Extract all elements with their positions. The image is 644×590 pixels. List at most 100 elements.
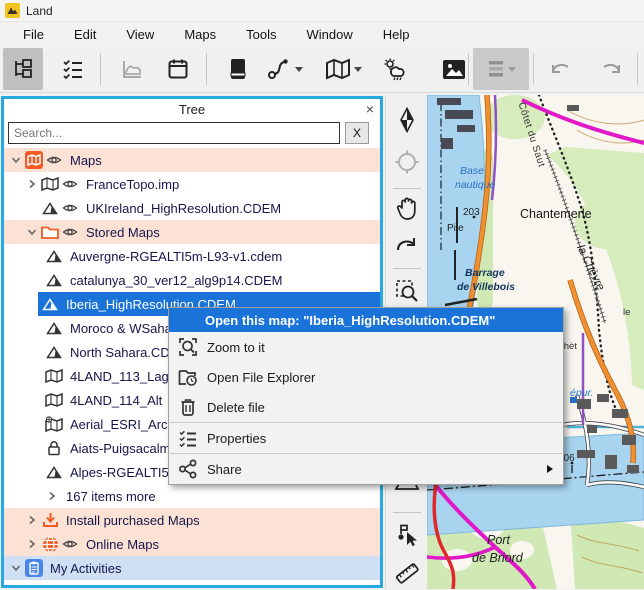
properties-icon — [177, 428, 199, 448]
eye-icon[interactable] — [60, 200, 80, 216]
gps-target-button[interactable] — [390, 145, 424, 179]
toolbar-separator — [393, 188, 421, 189]
tree-item-label: Online Maps — [86, 537, 159, 552]
menu-bar: File Edit View Maps Tools Window Help — [0, 22, 644, 46]
close-panel-icon[interactable]: × — [366, 101, 374, 117]
compass-button[interactable] — [390, 103, 424, 137]
trash-icon — [177, 397, 199, 417]
online-map-file-icon — [44, 415, 64, 433]
tree-view-icon — [11, 57, 35, 81]
tree-item-catalunya[interactable]: catalunya_30_ver12_alg9p14.CDEM — [4, 268, 380, 292]
eye-icon[interactable] — [60, 536, 80, 552]
title-bar: Land — [0, 0, 644, 22]
context-menu-zoom-to-it[interactable]: Zoom to it — [169, 332, 563, 362]
tree-panel-title: Tree — [179, 102, 205, 117]
tree-item-label: Install purchased Maps — [66, 513, 200, 528]
undo-button[interactable] — [542, 48, 582, 90]
eye-icon[interactable] — [60, 224, 80, 240]
tree-item-label: Auvergne-RGEALTI5m-L93-v1.cdem — [70, 249, 282, 264]
toolbar-separator — [206, 53, 207, 85]
open-map-button[interactable] — [320, 48, 366, 90]
menu-help[interactable]: Help — [368, 24, 425, 45]
tree-item-maps[interactable]: Maps — [4, 148, 380, 172]
search-clear-button[interactable]: X — [345, 122, 369, 144]
chevron-right-icon[interactable] — [24, 176, 40, 192]
tree-item-auvergne[interactable]: Auvergne-RGEALTI5m-L93-v1.cdem — [4, 244, 380, 268]
chevron-down-icon[interactable] — [8, 152, 24, 168]
context-menu-open-map[interactable]: Open this map: "Iberia_HighResolution.CD… — [169, 308, 563, 332]
rotate-view-button[interactable] — [390, 228, 424, 262]
elevation-file-icon — [44, 463, 64, 481]
tree-item-francetopo[interactable]: FranceTopo.imp — [4, 172, 380, 196]
download-maps-icon — [40, 511, 60, 529]
pan-hand-button[interactable] — [390, 192, 424, 226]
chevron-down-icon[interactable] — [24, 224, 40, 240]
menu-window[interactable]: Window — [291, 24, 367, 45]
context-menu-properties[interactable]: Properties — [169, 423, 563, 453]
menu-tools[interactable]: Tools — [231, 24, 291, 45]
zoom-area-button[interactable] — [390, 274, 424, 308]
tree-item-install-purchased[interactable]: Install purchased Maps — [4, 508, 380, 532]
menu-view[interactable]: View — [111, 24, 169, 45]
route-tool-button[interactable] — [260, 48, 308, 90]
weather-button[interactable] — [376, 48, 416, 90]
data-book-button[interactable] — [218, 48, 258, 90]
gps-target-icon — [394, 149, 420, 175]
chevron-spacer — [24, 200, 40, 216]
checklist-icon — [61, 57, 85, 81]
tree-item-ukireland[interactable]: UKIreland_HighResolution.CDEM — [4, 196, 380, 220]
calendar-button[interactable] — [158, 48, 198, 90]
menu-edit[interactable]: Edit — [59, 24, 111, 45]
tree-item-more[interactable]: 167 items more — [4, 484, 380, 508]
tree-item-label: 4LAND_114_Alt — [70, 393, 162, 408]
context-menu-open-file-explorer[interactable]: Open File Explorer — [169, 362, 563, 392]
tree-item-label: Moroco & WSaha — [70, 321, 172, 336]
globe-icon — [40, 535, 60, 553]
statistics-graph-icon — [120, 57, 144, 81]
measure-ruler-button[interactable] — [390, 556, 424, 590]
submenu-arrow-icon — [547, 465, 553, 473]
list-options-button[interactable] — [473, 48, 529, 90]
context-menu-delete-file[interactable]: Delete file — [169, 392, 563, 422]
chevron-right-icon[interactable] — [44, 488, 60, 504]
menu-file[interactable]: File — [8, 24, 59, 45]
tree-item-label: catalunya_30_ver12_alg9p14.CDEM — [70, 273, 282, 288]
pan-hand-icon — [395, 196, 419, 222]
zoom-area-icon — [394, 278, 420, 304]
eye-icon[interactable] — [44, 152, 64, 168]
chevron-right-icon[interactable] — [24, 512, 40, 528]
select-waypoint-button[interactable] — [390, 518, 424, 552]
context-menu-item-label: Delete file — [207, 400, 265, 415]
map-file-icon — [40, 175, 60, 193]
folder-icon — [40, 223, 60, 241]
tree-item-my-activities[interactable]: My Activities — [4, 556, 380, 580]
tree-item-stored-maps[interactable]: Stored Maps — [4, 220, 380, 244]
statistics-button[interactable] — [112, 48, 152, 90]
toolbar-separator — [100, 53, 101, 85]
context-menu-share[interactable]: Share — [169, 454, 563, 484]
waypoint-cursor-icon — [394, 522, 420, 548]
menu-maps[interactable]: Maps — [169, 24, 231, 45]
track-checklist-button[interactable] — [53, 48, 93, 90]
map-file-icon — [44, 367, 64, 385]
share-icon — [177, 459, 199, 479]
tree-item-online-maps[interactable]: Online Maps — [4, 532, 380, 556]
main-toolbar — [0, 46, 644, 93]
elevation-file-icon — [44, 247, 64, 265]
context-menu-item-label: Open File Explorer — [207, 370, 315, 385]
context-menu-item-label: Properties — [207, 431, 266, 446]
undo-icon — [549, 59, 575, 79]
tree-view-button[interactable] — [3, 48, 43, 90]
search-input[interactable] — [8, 122, 340, 144]
tree-search-row: X — [4, 120, 380, 148]
chevron-down-icon[interactable] — [8, 560, 24, 576]
eye-icon[interactable] — [60, 176, 80, 192]
map-file-icon — [44, 391, 64, 409]
toolbar-separator — [468, 53, 469, 85]
chevron-right-icon[interactable] — [24, 536, 40, 552]
redo-button[interactable] — [590, 48, 630, 90]
tree-item-label: Stored Maps — [86, 225, 160, 240]
tree-item-label: UKIreland_HighResolution.CDEM — [86, 201, 281, 216]
map-icon — [325, 58, 351, 80]
route-icon — [266, 57, 292, 81]
